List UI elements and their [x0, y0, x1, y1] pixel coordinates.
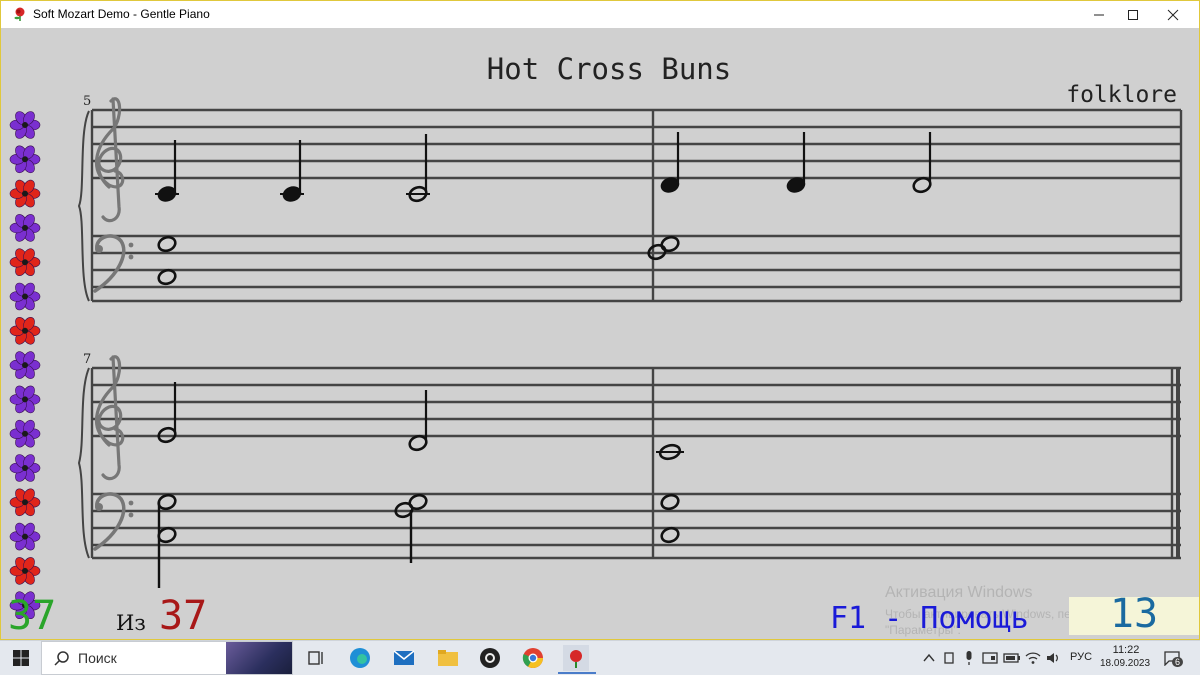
- speaker-icon: [1047, 653, 1058, 663]
- counter-box: 13: [1069, 591, 1199, 637]
- input-language[interactable]: РУС: [1070, 651, 1092, 663]
- treble-staff: [92, 108, 1181, 180]
- notes: [157, 382, 684, 461]
- treble-clef-icon: [94, 97, 125, 223]
- bass-clef-icon: [93, 492, 136, 551]
- bass-notes: [157, 493, 680, 588]
- brace: [77, 367, 90, 559]
- app-tray-icon: [982, 652, 998, 664]
- system-2: 7: [77, 352, 1181, 588]
- clock-time[interactable]: 11:22: [1104, 644, 1148, 656]
- taskbar: Поиск РУС 11:22 18.09.2023 6: [0, 640, 1200, 675]
- title-bar[interactable]: Soft Mozart Demo - Gentle Piano: [1, 1, 1199, 28]
- bass-staff: [92, 234, 1181, 303]
- window-title: Soft Mozart Demo - Gentle Piano: [33, 7, 210, 21]
- counter-value: 13: [1109, 591, 1159, 637]
- maximize-button[interactable]: [1113, 1, 1153, 28]
- bass-staff: [92, 492, 1181, 560]
- bass-clef-icon: [93, 234, 136, 293]
- volume-button[interactable]: [1041, 645, 1067, 671]
- notes: [155, 132, 932, 203]
- notification-count: 6: [1172, 657, 1184, 667]
- wifi-icon: [1025, 652, 1041, 664]
- notes-total-count: 37: [159, 593, 208, 639]
- system-1: 5: [77, 94, 1183, 303]
- device-icon: [944, 652, 954, 664]
- treble-staff: [92, 366, 1181, 438]
- brace: [77, 110, 90, 302]
- rose-app-icon: [14, 7, 25, 21]
- measure-number: 7: [83, 352, 91, 367]
- treble-clef-icon: [94, 355, 125, 481]
- clock-date[interactable]: 18.09.2023: [1100, 658, 1150, 669]
- notifications-button[interactable]: 6: [1160, 645, 1186, 671]
- maximize-icon: [1128, 9, 1138, 20]
- help-hint[interactable]: F1 - Помощь: [830, 601, 1029, 636]
- barlines: [90, 110, 1183, 301]
- minimize-icon: [1094, 14, 1104, 15]
- music-score[interactable]: 5 7: [1, 28, 1199, 639]
- score-area[interactable]: Hot Cross Buns folklore 5 7 Активация Wi…: [1, 28, 1199, 639]
- chevron-up-icon: [923, 653, 935, 662]
- of-label: Из: [116, 611, 146, 635]
- close-button[interactable]: [1153, 1, 1193, 28]
- close-icon: [1167, 9, 1179, 20]
- barlines: [90, 368, 1180, 558]
- system-tray: РУС 11:22 18.09.2023 6: [0, 641, 1200, 675]
- microphone-icon: [966, 651, 972, 665]
- measure-number: 5: [83, 94, 91, 109]
- notes-played-count: 37: [8, 593, 57, 639]
- bass-notes: [157, 235, 680, 286]
- battery-icon: [1003, 653, 1020, 663]
- app-window: Soft Mozart Demo - Gentle Piano Hot Cros…: [0, 0, 1200, 640]
